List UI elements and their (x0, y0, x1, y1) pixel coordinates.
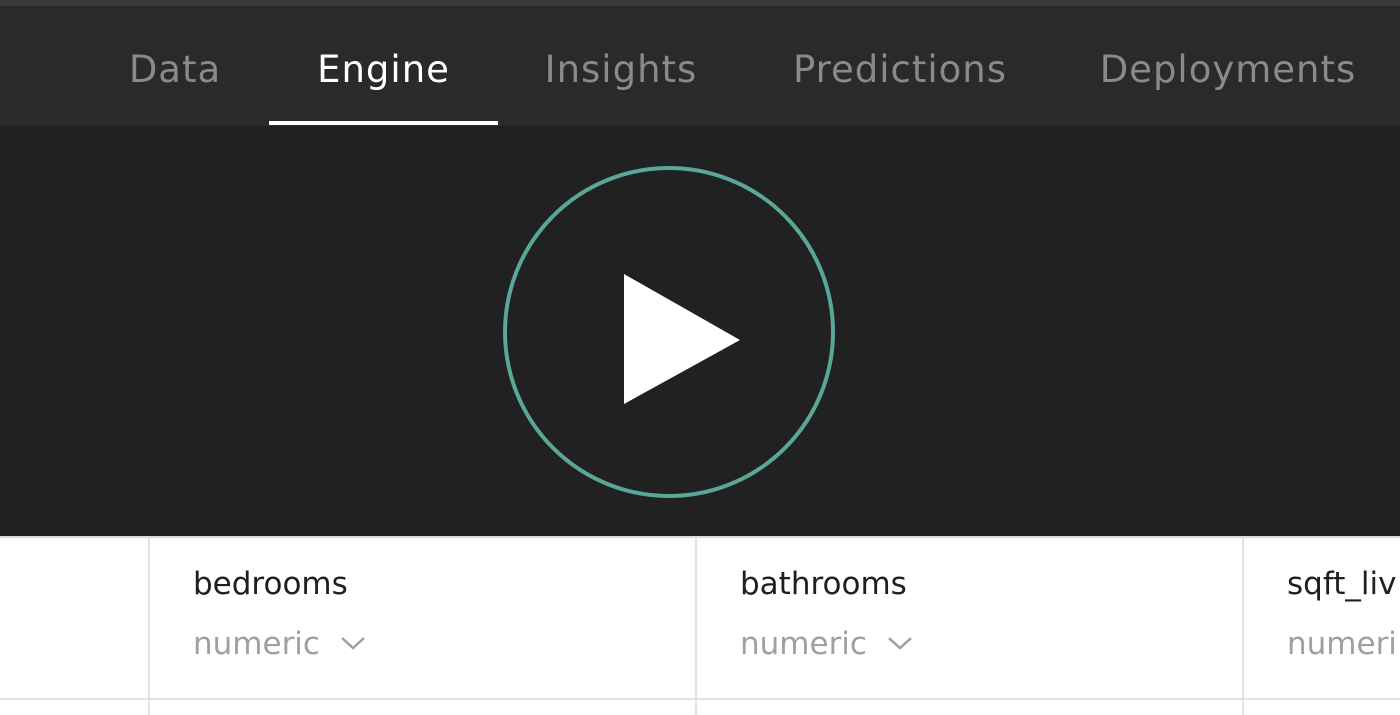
table-column-header: sqft_liv numeri (1242, 538, 1400, 715)
chevron-down-icon (340, 636, 365, 650)
column-name: bedrooms (193, 566, 348, 602)
tab-deployments-label: Deployments (1099, 48, 1357, 91)
chevron-down-icon (887, 636, 912, 650)
tab-engine-label: Engine (317, 48, 450, 91)
tab-insights[interactable]: Insights (530, 6, 712, 126)
tab-data-label: Data (128, 48, 222, 91)
app-window: Data Engine Insights Predictions Deploym… (0, 0, 1400, 715)
tab-engine[interactable]: Engine (269, 6, 498, 126)
video-panel (0, 126, 1400, 536)
play-icon (624, 274, 740, 404)
row-divider (0, 698, 1400, 700)
active-tab-indicator (269, 121, 498, 125)
column-type-label: numeri (1287, 626, 1397, 662)
column-type-label: numeric (740, 626, 867, 662)
tab-predictions-label: Predictions (792, 48, 1008, 91)
tab-data[interactable]: Data (115, 6, 235, 126)
tab-insights-label: Insights (544, 48, 698, 91)
table-column-header: bathrooms numeric (695, 538, 1244, 715)
table-column-index (0, 538, 148, 715)
column-type-dropdown[interactable]: numeri (1287, 626, 1397, 662)
column-type-label: numeric (193, 626, 320, 662)
column-name: sqft_liv (1287, 566, 1397, 602)
tab-predictions[interactable]: Predictions (780, 6, 1020, 126)
column-name: bathrooms (740, 566, 907, 602)
table-column-header: bedrooms numeric (148, 538, 697, 715)
data-table: bedrooms numeric bathrooms numeric sqft_… (0, 536, 1400, 715)
play-button[interactable] (502, 166, 836, 498)
column-type-dropdown[interactable]: numeric (740, 626, 913, 662)
tab-deployments[interactable]: Deployments (1090, 6, 1366, 126)
column-type-dropdown[interactable]: numeric (193, 626, 366, 662)
top-navigation: Data Engine Insights Predictions Deploym… (0, 6, 1400, 126)
